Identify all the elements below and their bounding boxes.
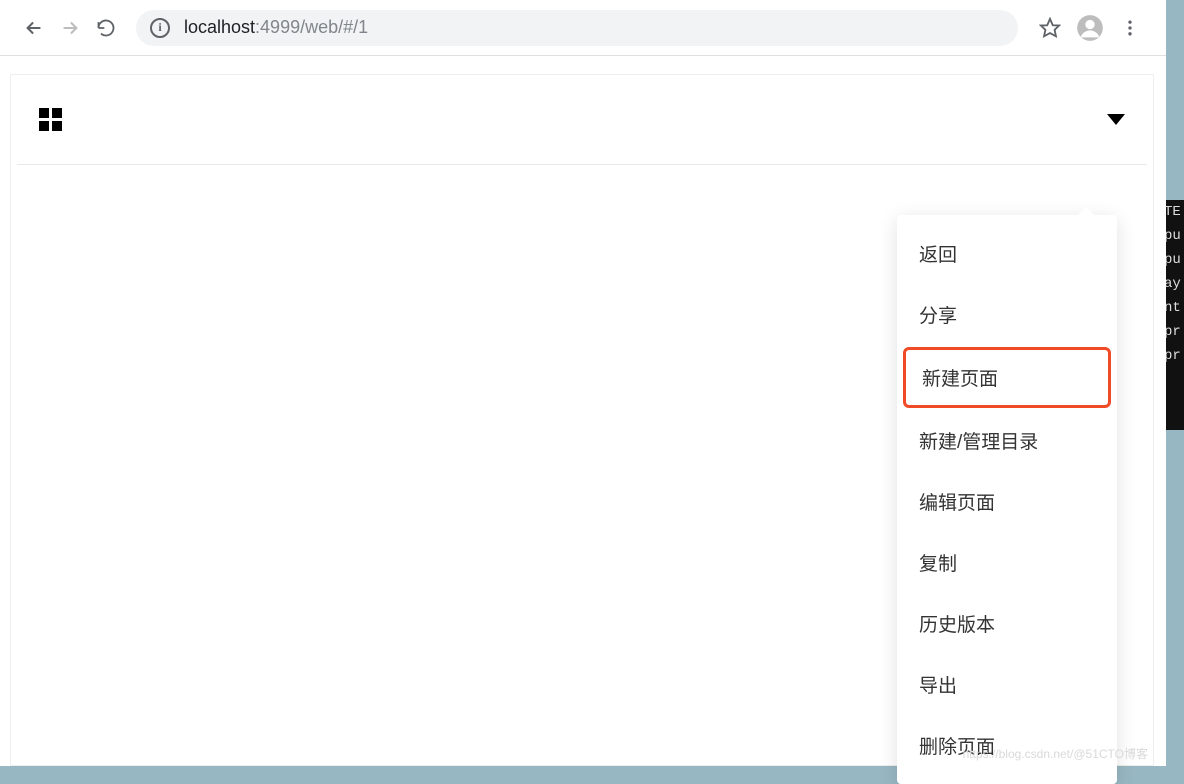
- menu-item-manage-catalog[interactable]: 新建/管理目录: [897, 410, 1117, 471]
- url-path: :4999/web/#/1: [255, 17, 368, 38]
- site-info-icon[interactable]: i: [150, 18, 170, 38]
- menu-item-new-page[interactable]: 新建页面: [903, 347, 1111, 408]
- account-icon[interactable]: [1070, 8, 1110, 48]
- watermark-text: https://blog.csdn.net/@51CTO博客: [963, 745, 1148, 762]
- reload-button[interactable]: [88, 10, 124, 46]
- menu-item-share[interactable]: 分享: [897, 284, 1117, 345]
- main-card: 返回 分享 新建页面 新建/管理目录 编辑页面 复制 历史版本 导出 删除页面: [10, 74, 1154, 766]
- menu-item-edit-page[interactable]: 编辑页面: [897, 471, 1117, 532]
- forward-button[interactable]: [52, 10, 88, 46]
- browser-toolbar: i localhost:4999/web/#/1: [0, 0, 1166, 56]
- url-host: localhost: [184, 17, 255, 38]
- page-actions-dropdown: 返回 分享 新建页面 新建/管理目录 编辑页面 复制 历史版本 导出 删除页面: [897, 215, 1117, 784]
- bookmark-star-icon[interactable]: [1030, 8, 1070, 48]
- menu-item-history[interactable]: 历史版本: [897, 593, 1117, 654]
- browser-menu-icon[interactable]: [1110, 8, 1150, 48]
- menu-item-copy[interactable]: 复制: [897, 532, 1117, 593]
- apps-grid-icon[interactable]: [39, 108, 62, 131]
- card-header: [17, 75, 1147, 165]
- menu-item-back[interactable]: 返回: [897, 223, 1117, 284]
- back-button[interactable]: [16, 10, 52, 46]
- page-content-area: 返回 分享 新建页面 新建/管理目录 编辑页面 复制 历史版本 导出 删除页面 …: [0, 56, 1166, 766]
- address-bar[interactable]: i localhost:4999/web/#/1: [136, 10, 1018, 46]
- menu-item-export[interactable]: 导出: [897, 654, 1117, 715]
- dropdown-caret-icon[interactable]: [1107, 114, 1125, 125]
